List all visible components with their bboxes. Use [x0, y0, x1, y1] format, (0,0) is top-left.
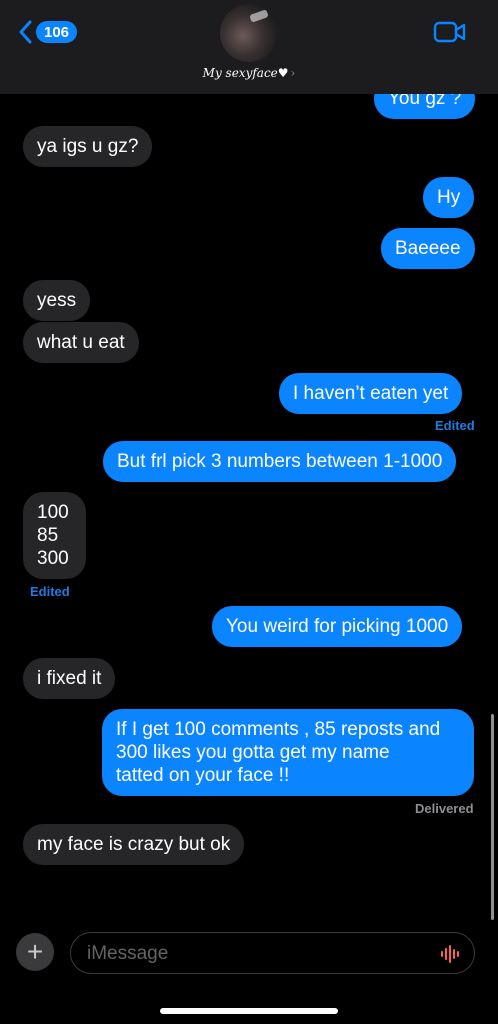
scrollbar[interactable] — [491, 714, 494, 920]
chevron-right-icon: › — [290, 66, 296, 80]
message-outgoing[interactable]: I haven’t eaten yet — [279, 373, 463, 414]
message-input[interactable]: iMessage — [70, 932, 475, 974]
message-line: 300 — [37, 548, 69, 569]
message-line: 85 — [37, 525, 59, 546]
edited-label: Edited — [435, 418, 475, 433]
video-call-button[interactable] — [433, 20, 467, 49]
message-line: 300 likes you gotta get my name — [116, 742, 390, 763]
message-outgoing[interactable]: But frl pick 3 numbers between 1-1000 — [103, 441, 457, 482]
message-incoming[interactable]: my face is crazy but ok — [23, 824, 245, 865]
home-indicator[interactable] — [160, 1008, 338, 1014]
message-outgoing[interactable]: If I get 100 comments , 85 reposts and 3… — [102, 709, 474, 796]
message-outgoing[interactable]: You weird for picking 1000 — [212, 606, 463, 647]
message-outgoing[interactable]: Baeeee — [381, 228, 475, 269]
plus-icon: + — [26, 936, 44, 967]
message-input-placeholder: iMessage — [87, 943, 169, 964]
message-outgoing[interactable]: Hy — [423, 177, 475, 218]
delivered-label: Delivered — [415, 801, 474, 816]
conversation-header: 106 My sexyface♥ › — [0, 0, 498, 94]
conversation: You gz ? ya igs u gz? Hy Baeeee yess wha… — [0, 0, 498, 1024]
back-button[interactable]: 106 — [18, 20, 78, 44]
edited-label: Edited — [30, 584, 70, 599]
message-line: 100 — [37, 502, 69, 523]
audio-waveform-icon[interactable] — [440, 944, 462, 964]
message-incoming[interactable]: what u eat — [23, 322, 139, 363]
message-incoming[interactable]: yess — [23, 280, 91, 321]
message-line: If I get 100 comments , 85 reposts and — [116, 719, 441, 740]
video-camera-icon — [433, 21, 466, 43]
back-chevron-icon — [19, 20, 32, 44]
contact-name-button[interactable]: My sexyface♥ › — [0, 66, 498, 80]
plus-button[interactable]: + — [16, 933, 54, 971]
message-line: tatted on your face !! — [116, 765, 290, 786]
avatar[interactable] — [220, 4, 278, 62]
message-incoming[interactable]: ya igs u gz? — [23, 126, 153, 167]
message-incoming[interactable]: 100 85 300 — [23, 492, 86, 579]
unread-count-badge: 106 — [36, 21, 78, 43]
contact-name: My sexyface♥ — [202, 66, 289, 80]
message-incoming[interactable]: i fixed it — [23, 658, 116, 699]
